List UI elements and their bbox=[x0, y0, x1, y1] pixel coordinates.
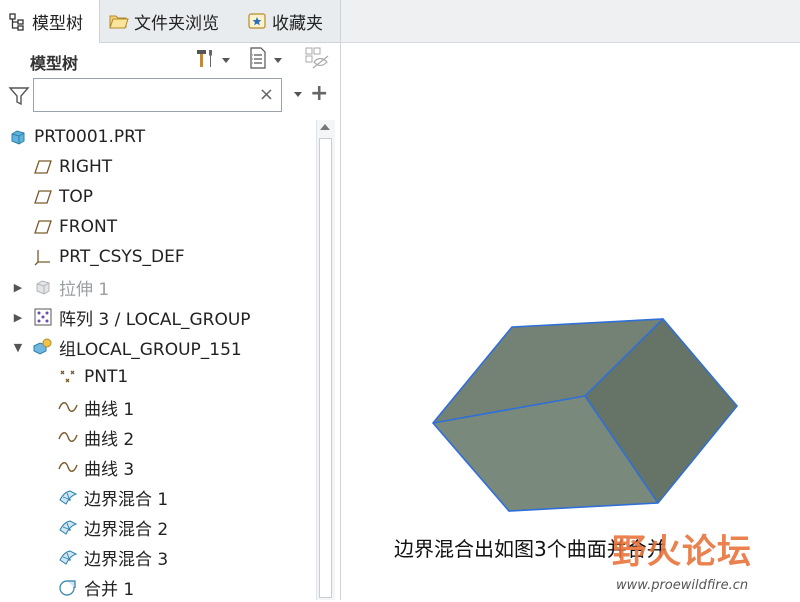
tree-item-label: 合并 1 bbox=[84, 579, 135, 600]
model-geometry[interactable] bbox=[341, 0, 800, 600]
search-input[interactable] bbox=[38, 83, 262, 109]
tree-item-label: 曲线 1 bbox=[84, 399, 135, 420]
search-row: × + bbox=[0, 77, 340, 115]
tree-item-label: 组LOCAL_GROUP_151 bbox=[59, 339, 242, 360]
tree-item-curve-2[interactable]: 曲线 2 bbox=[58, 422, 134, 452]
tree-item-merge[interactable]: 合并 1 bbox=[58, 572, 134, 602]
tree-toolbar: 模型树 bbox=[0, 43, 340, 77]
model-tree-icon bbox=[6, 11, 28, 33]
tree-item-label: 边界混合 3 bbox=[84, 549, 169, 570]
datum-plane-icon bbox=[33, 217, 53, 237]
tree-item-extrude[interactable]: ▶ 拉伸 1 bbox=[12, 272, 109, 302]
show-options-button[interactable] bbox=[248, 47, 282, 73]
collapse-arrow-icon[interactable]: ▼ bbox=[12, 341, 24, 354]
pattern-icon bbox=[33, 307, 53, 327]
tree-item-part[interactable]: PRT0001.PRT bbox=[8, 122, 145, 152]
expand-arrow-icon[interactable]: ▶ bbox=[12, 281, 24, 294]
tree-item-label: 曲线 3 bbox=[84, 459, 135, 480]
tab-favorites[interactable]: 收藏夹 bbox=[240, 0, 340, 42]
watermark-title: 野火论坛 bbox=[612, 532, 752, 572]
tree-item-right-plane[interactable]: RIGHT bbox=[33, 152, 112, 182]
merge-icon bbox=[58, 577, 78, 597]
clear-search-icon[interactable]: × bbox=[259, 83, 274, 107]
datum-point-icon bbox=[58, 367, 78, 387]
tree-item-curve-1[interactable]: 曲线 1 bbox=[58, 392, 134, 422]
scrollbar-thumb[interactable] bbox=[319, 138, 332, 598]
panel-title: 模型树 bbox=[30, 54, 79, 73]
chevron-down-icon bbox=[222, 57, 230, 63]
expand-arrow-icon[interactable]: ▶ bbox=[12, 311, 24, 324]
boundary-blend-icon bbox=[58, 547, 78, 567]
tree-item-label: 曲线 2 bbox=[84, 429, 135, 450]
tree-item-label: PRT_CSYS_DEF bbox=[59, 247, 185, 267]
tree-item-group[interactable]: ▼ 组LOCAL_GROUP_151 bbox=[12, 332, 242, 362]
filter-icon[interactable] bbox=[8, 85, 30, 107]
search-field[interactable]: × bbox=[33, 78, 282, 112]
tree-item-label: 边界混合 2 bbox=[84, 519, 169, 540]
tree-item-boundary-blend-3[interactable]: 边界混合 3 bbox=[58, 542, 168, 572]
tab-model-tree[interactable]: 模型树 bbox=[0, 0, 100, 43]
favorites-icon bbox=[246, 10, 268, 32]
tree-item-label: 阵列 3 / LOCAL_GROUP bbox=[59, 309, 251, 330]
watermark-url: www.proewildfire.cn bbox=[616, 578, 749, 593]
curve-icon bbox=[58, 427, 78, 447]
extrude-icon bbox=[33, 277, 53, 297]
add-filter-button[interactable]: + bbox=[310, 81, 328, 107]
datum-plane-icon bbox=[33, 157, 53, 177]
hammer-wrench-icon bbox=[194, 47, 216, 73]
group-icon bbox=[33, 337, 53, 357]
tree-item-pattern[interactable]: ▶ 阵列 3 / LOCAL_GROUP bbox=[12, 302, 251, 332]
scroll-up-arrow-icon[interactable] bbox=[320, 124, 330, 130]
graphics-viewport[interactable]: 边界混合出如图3个曲面并合并 野火论坛 www.proewildfire.cn bbox=[341, 0, 800, 600]
boundary-blend-icon bbox=[58, 487, 78, 507]
boundary-blend-icon bbox=[58, 517, 78, 537]
tree-item-label: TOP bbox=[59, 187, 94, 207]
model-tree: PRT0001.PRT RIGHT TOP FRONT PRT_CSYS_DEF… bbox=[0, 120, 316, 600]
tree-item-curve-3[interactable]: 曲线 3 bbox=[58, 452, 134, 482]
tree-item-boundary-blend-2[interactable]: 边界混合 2 bbox=[58, 512, 168, 542]
list-view-icon bbox=[248, 47, 268, 73]
tree-item-label: PRT0001.PRT bbox=[34, 127, 146, 147]
search-options-dropdown[interactable] bbox=[294, 92, 302, 97]
visibility-filter-button[interactable] bbox=[304, 47, 330, 73]
settings-tools-button[interactable] bbox=[194, 47, 230, 73]
tree-item-boundary-blend-1[interactable]: 边界混合 1 bbox=[58, 482, 168, 512]
tab-folder-browser-label: 文件夹浏览 bbox=[134, 13, 219, 34]
forum-watermark: 野火论坛 www.proewildfire.cn bbox=[612, 518, 800, 600]
folder-browser-icon bbox=[108, 10, 130, 32]
tree-scrollbar[interactable] bbox=[316, 120, 335, 600]
chevron-down-icon bbox=[274, 57, 282, 63]
tree-item-top-plane[interactable]: TOP bbox=[33, 182, 93, 212]
tree-item-label: FRONT bbox=[59, 217, 118, 237]
tree-item-point[interactable]: PNT1 bbox=[58, 362, 128, 392]
panel-tabbar: 模型树 文件夹浏览 收藏夹 bbox=[0, 0, 340, 43]
datum-plane-icon bbox=[33, 187, 53, 207]
curve-icon bbox=[58, 457, 78, 477]
part-icon bbox=[8, 127, 28, 147]
tab-folder-browser[interactable]: 文件夹浏览 bbox=[104, 0, 234, 42]
tree-item-label: PNT1 bbox=[84, 367, 129, 387]
tree-item-csys[interactable]: PRT_CSYS_DEF bbox=[33, 242, 185, 272]
tree-item-label: 边界混合 1 bbox=[84, 489, 169, 510]
csys-icon bbox=[33, 247, 53, 267]
tree-item-front-plane[interactable]: FRONT bbox=[33, 212, 117, 242]
tab-favorites-label: 收藏夹 bbox=[272, 13, 323, 34]
tree-item-label: 拉伸 1 bbox=[59, 279, 110, 300]
model-tree-panel: 模型树 文件夹浏览 收藏夹 模型树 × + PRT0001.PRT RIGHT … bbox=[0, 0, 341, 600]
tree-item-label: RIGHT bbox=[59, 157, 113, 177]
curve-icon bbox=[58, 397, 78, 417]
tab-model-tree-label: 模型树 bbox=[32, 14, 83, 34]
hidden-items-icon bbox=[304, 46, 330, 74]
